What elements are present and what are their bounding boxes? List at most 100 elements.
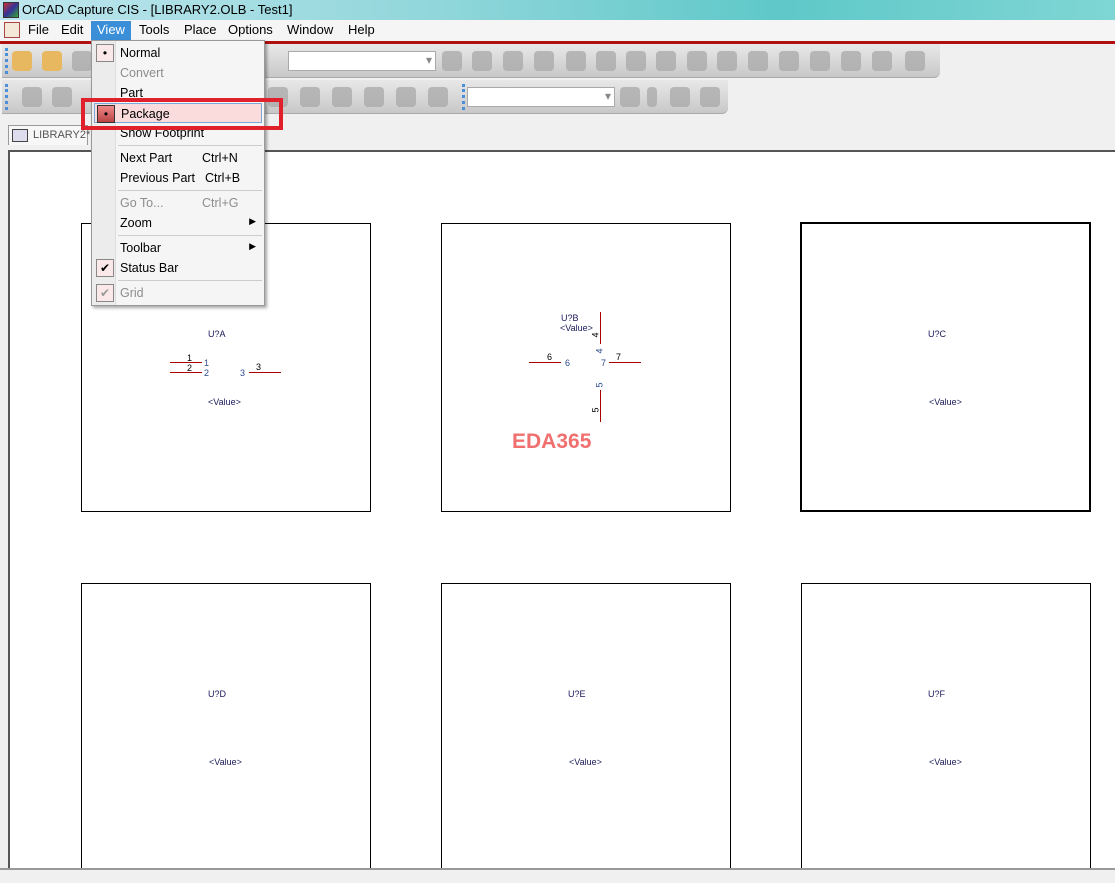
part-reference: U?E — [568, 689, 586, 699]
zoom-all-icon[interactable] — [534, 51, 554, 71]
toolbar-grip[interactable] — [462, 84, 465, 110]
area-select-icon[interactable] — [841, 51, 861, 71]
pin-name: 2 — [204, 368, 210, 378]
drc-icon[interactable] — [687, 51, 707, 71]
part-box-d[interactable] — [81, 583, 371, 873]
zoom-out-icon[interactable] — [472, 51, 492, 71]
save-icon[interactable] — [72, 51, 92, 71]
part-box-b[interactable] — [441, 223, 731, 512]
part-box-f[interactable] — [801, 583, 1091, 873]
menu-file[interactable]: File — [22, 21, 55, 40]
ground-icon[interactable] — [332, 87, 352, 107]
menu-item-next-part[interactable]: Next Part Ctrl+N — [94, 148, 262, 168]
place-pin-array-icon[interactable] — [52, 87, 72, 107]
window-title: OrCAD Capture CIS - [LIBRARY2.OLB - Test… — [22, 2, 293, 17]
tab-label: LIBRARY2* — [33, 129, 91, 141]
menu-item-normal[interactable]: • Normal — [94, 43, 262, 63]
menu-item-previous-part[interactable]: Previous Part Ctrl+B — [94, 168, 262, 188]
menu-item-status-bar[interactable]: ✔ Status Bar — [94, 258, 262, 278]
menu-separator — [118, 190, 262, 191]
status-bar — [0, 868, 1115, 883]
zoom-in-icon[interactable] — [442, 51, 462, 71]
part-reference: U?D — [208, 689, 227, 699]
pin-name: 4 — [594, 348, 605, 354]
zoom-area-icon[interactable] — [503, 51, 523, 71]
menu-window[interactable]: Window — [281, 21, 339, 40]
snap-grid-icon[interactable] — [810, 51, 830, 71]
drag-icon[interactable] — [872, 51, 892, 71]
menu-separator — [118, 280, 262, 281]
tab-library2[interactable]: LIBRARY2* — [8, 125, 91, 145]
wire-icon[interactable] — [396, 87, 416, 107]
find-dropdown[interactable] — [467, 87, 615, 107]
menu-item-grid[interactable]: ✔ Grid — [94, 283, 262, 303]
next-icon[interactable] — [700, 87, 720, 107]
new-file-icon[interactable] — [12, 51, 32, 71]
part-box-c[interactable] — [800, 222, 1091, 512]
part-box-e[interactable] — [441, 583, 731, 873]
place-pin-icon[interactable] — [22, 87, 42, 107]
menu-separator — [118, 235, 262, 236]
power-icon[interactable] — [300, 87, 320, 107]
part-reference: U?A — [208, 329, 226, 339]
pin-name: 7 — [601, 358, 607, 368]
bus-icon[interactable] — [428, 87, 448, 107]
menu-view[interactable]: View — [91, 21, 131, 40]
part-reference: U?F — [928, 689, 946, 699]
pin-4[interactable] — [600, 312, 601, 344]
find-dropdown-icon[interactable] — [647, 87, 657, 107]
menu-item-toolbar[interactable]: Toolbar ▶ — [94, 238, 262, 258]
menu-options[interactable]: Options — [222, 21, 279, 40]
part-value: <Value> — [929, 757, 962, 767]
radio-bullet-icon: • — [96, 44, 114, 62]
menu-bar: File Edit View Tools Place Options Windo… — [0, 20, 1115, 41]
pin-7[interactable] — [609, 362, 641, 363]
submenu-arrow-icon: ▶ — [249, 241, 256, 251]
pin-5[interactable] — [600, 390, 601, 422]
pin-number: 3 — [256, 362, 262, 372]
toolbar-dropdown[interactable] — [288, 51, 436, 71]
menu-edit[interactable]: Edit — [55, 21, 89, 40]
menu-item-go-to[interactable]: Go To... Ctrl+G — [94, 193, 262, 213]
annotate-icon[interactable] — [626, 51, 646, 71]
menu-item-convert[interactable]: Convert — [94, 63, 262, 83]
part-value: <Value> — [569, 757, 602, 767]
back-annotate-icon[interactable] — [656, 51, 676, 71]
part-value: <Value> — [929, 397, 962, 407]
pin-number: 1 — [187, 353, 193, 363]
part-value: <Value> — [560, 323, 593, 333]
toolbar-grip[interactable] — [5, 84, 8, 110]
menu-tools[interactable]: Tools — [133, 21, 175, 40]
no-connect-icon[interactable] — [364, 87, 384, 107]
find-icon[interactable] — [620, 87, 640, 107]
hierarchy-icon[interactable] — [905, 51, 925, 71]
pin-name: 5 — [594, 382, 605, 388]
part-reference: U?B — [561, 313, 579, 323]
submenu-arrow-icon: ▶ — [249, 216, 256, 226]
part-value: <Value> — [208, 397, 241, 407]
bom-icon[interactable] — [779, 51, 799, 71]
toolbar-grip[interactable] — [5, 48, 8, 74]
checkmark-icon: ✔ — [96, 259, 114, 277]
pin-number: 5 — [590, 407, 601, 413]
part-reference-icon[interactable] — [596, 51, 616, 71]
pin-name: 1 — [204, 358, 210, 368]
netlist-icon[interactable] — [717, 51, 737, 71]
previous-icon[interactable] — [670, 87, 690, 107]
eye-icon[interactable] — [566, 51, 586, 71]
menu-item-zoom[interactable]: Zoom ▶ — [94, 213, 262, 233]
menu-separator — [118, 145, 262, 146]
checkmark-icon: ✔ — [96, 284, 114, 302]
watermark: EDA365 — [512, 430, 592, 453]
menu-place[interactable]: Place — [178, 21, 223, 40]
menu-help[interactable]: Help — [342, 21, 381, 40]
document-icon[interactable] — [4, 22, 20, 38]
cross-reference-icon[interactable] — [748, 51, 768, 71]
pin-number: 7 — [616, 352, 622, 362]
pin-6[interactable] — [529, 362, 561, 363]
pin-number: 6 — [547, 352, 553, 362]
pin-1[interactable] — [170, 362, 202, 363]
pin-2[interactable] — [170, 372, 202, 373]
pin-3[interactable] — [249, 372, 281, 373]
open-folder-icon[interactable] — [42, 51, 62, 71]
